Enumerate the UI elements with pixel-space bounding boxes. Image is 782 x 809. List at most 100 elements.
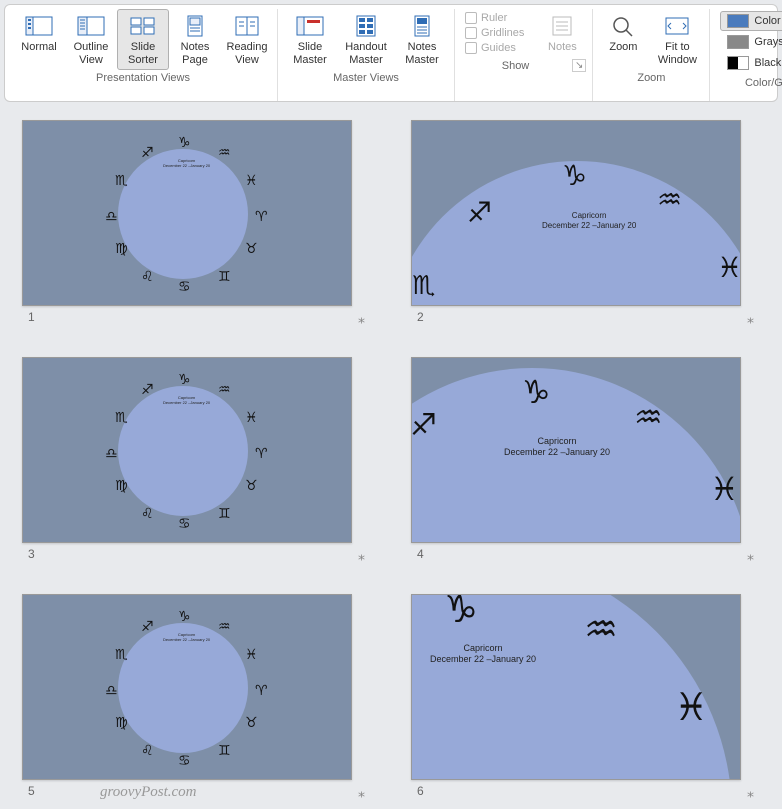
notes-master-button[interactable]: Notes Master	[394, 9, 450, 70]
slide-number: 3	[28, 547, 35, 564]
taurus-icon: ♉	[245, 478, 258, 494]
libra-icon: ♎	[105, 209, 118, 225]
slide-thumb-3[interactable]: ♑ ♒ ♓ ♈ ♉ ♊ ♋ ♌ ♍ ♎ ♏ ♐ CapricornDecembe…	[22, 357, 371, 564]
zodiac-title: CapricornDecember 22 –January 20	[504, 436, 610, 458]
sagittarius-icon: ♐	[141, 619, 154, 635]
handout-master-button[interactable]: Handout Master	[338, 9, 394, 70]
slide-thumb-2[interactable]: ♑ ♒ ♓ ♐ ♏ CapricornDecember 22 –January …	[411, 120, 760, 327]
group-zoom: Zoom Fit to Window Zoom	[593, 9, 710, 101]
show-label: Show	[459, 58, 572, 76]
outline-icon	[76, 13, 106, 39]
slide-master-icon	[295, 13, 325, 39]
zoom-icon	[608, 13, 638, 39]
presentation-views-label: Presentation Views	[96, 70, 190, 88]
notes-page-icon	[180, 13, 210, 39]
pisces-icon: ♓	[717, 251, 741, 284]
slide-canvas: ♑ ♒ ♓ ♈ ♉ ♊ ♋ ♌ ♍ ♎ ♏ ♐ CapricornDecembe…	[22, 120, 352, 306]
handout-master-icon	[351, 13, 381, 39]
notes-icon	[547, 13, 577, 39]
sagittarius-icon: ♐	[141, 382, 154, 398]
notes-button[interactable]: Notes	[536, 9, 588, 58]
ribbon: Normal Outline View Slide Sorter Notes P…	[4, 4, 778, 102]
leo-icon: ♌	[141, 269, 154, 285]
ruler-checkbox[interactable]: Ruler	[465, 11, 507, 25]
color-swatch-icon	[727, 14, 749, 28]
star-icon: ⁎	[747, 310, 754, 327]
cancer-icon: ♋	[178, 516, 191, 532]
color-button[interactable]: Color	[720, 11, 782, 31]
zoom-group-label: Zoom	[637, 70, 665, 88]
gridlines-checkbox[interactable]: Gridlines	[465, 26, 524, 40]
bw-button[interactable]: Black and White	[720, 53, 782, 73]
bw-swatch-icon	[727, 56, 749, 70]
leo-icon: ♌	[141, 743, 154, 759]
group-color-grayscale: Color Grayscale Black and White Color/Gr…	[710, 9, 782, 101]
pisces-icon: ♓	[245, 173, 258, 189]
slide-thumb-5[interactable]: ♑ ♒ ♓ ♈ ♉ ♊ ♋ ♌ ♍ ♎ ♏ ♐ CapricornDecembe…	[22, 594, 371, 801]
aries-icon: ♈	[255, 683, 268, 699]
normal-label: Normal	[21, 41, 56, 54]
capricorn-icon: ♑	[178, 372, 191, 388]
bw-label: Black and White	[754, 57, 782, 69]
grayscale-swatch-icon	[727, 35, 749, 49]
reading-view-label: Reading View	[227, 41, 268, 66]
slide-thumb-1[interactable]: ♑ ♒ ♓ ♈ ♉ ♊ ♋ ♌ ♍ ♎ ♏ ♐ CapricornDecembe…	[22, 120, 371, 327]
zoom-button[interactable]: Zoom	[597, 9, 649, 58]
grayscale-button[interactable]: Grayscale	[720, 32, 782, 52]
sagittarius-icon: ♐	[141, 145, 154, 161]
notes-page-label: Notes Page	[181, 41, 210, 66]
aquarius-icon: ♒	[634, 398, 663, 436]
star-icon: ⁎	[747, 784, 754, 801]
slide-canvas: ♑ ♒ ♓ CapricornDecember 22 –January 20	[411, 594, 741, 780]
outline-view-button[interactable]: Outline View	[65, 9, 117, 70]
star-icon: ⁎	[747, 547, 754, 564]
pisces-icon: ♓	[674, 685, 708, 729]
pisces-icon: ♓	[710, 470, 739, 508]
gemini-icon: ♊	[218, 506, 231, 522]
group-show: Ruler Gridlines Guides Notes Show ↘	[455, 9, 593, 101]
capricorn-icon: ♑	[562, 159, 587, 192]
zoom-label: Zoom	[609, 41, 637, 54]
aquarius-icon: ♒	[584, 607, 618, 651]
capricorn-icon: ♑	[522, 373, 551, 411]
slide-thumb-4[interactable]: ♑ ♒ ♓ ♐ CapricornDecember 22 –January 20…	[411, 357, 760, 564]
cancer-icon: ♋	[178, 279, 191, 295]
reading-view-button[interactable]: Reading View	[221, 9, 273, 70]
slide-sorter-icon	[128, 13, 158, 39]
grayscale-label: Grayscale	[754, 36, 782, 48]
slide-grid: ♑ ♒ ♓ ♈ ♉ ♊ ♋ ♌ ♍ ♎ ♏ ♐ CapricornDecembe…	[22, 120, 760, 801]
notes-page-button[interactable]: Notes Page	[169, 9, 221, 70]
slide-canvas: ♑ ♒ ♓ ♈ ♉ ♊ ♋ ♌ ♍ ♎ ♏ ♐ CapricornDecembe…	[22, 594, 352, 780]
notes-label: Notes	[548, 41, 577, 54]
zodiac-title: CapricornDecember 22 –January 20	[542, 211, 636, 230]
virgo-icon: ♍	[115, 715, 128, 731]
virgo-icon: ♍	[115, 478, 128, 494]
show-dialog-launcher[interactable]: ↘	[572, 59, 586, 72]
scorpio-icon: ♏	[412, 271, 435, 301]
zodiac-title: CapricornDecember 22 –January 20	[163, 159, 210, 169]
slide-canvas: ♑ ♒ ♓ ♈ ♉ ♊ ♋ ♌ ♍ ♎ ♏ ♐ CapricornDecembe…	[22, 357, 352, 543]
aquarius-icon: ♒	[657, 183, 682, 216]
slide-sorter-label: Slide Sorter	[128, 41, 158, 66]
fit-to-window-button[interactable]: Fit to Window	[649, 9, 705, 70]
handout-master-label: Handout Master	[345, 41, 387, 66]
normal-button[interactable]: Normal	[13, 9, 65, 58]
normal-icon	[24, 13, 54, 39]
star-icon: ⁎	[358, 784, 365, 801]
slide-thumb-6[interactable]: ♑ ♒ ♓ CapricornDecember 22 –January 20 6…	[411, 594, 760, 801]
libra-icon: ♎	[105, 446, 118, 462]
color-label: Color	[754, 15, 780, 27]
slide-sorter-pane[interactable]: ♑ ♒ ♓ ♈ ♉ ♊ ♋ ♌ ♍ ♎ ♏ ♐ CapricornDecembe…	[0, 106, 782, 803]
slide-sorter-button[interactable]: Slide Sorter	[117, 9, 169, 70]
virgo-icon: ♍	[115, 241, 128, 257]
guides-checkbox[interactable]: Guides	[465, 41, 516, 55]
checkbox-icon	[465, 12, 477, 24]
checkbox-icon	[465, 27, 477, 39]
slide-canvas: ♑ ♒ ♓ ♐ ♏ CapricornDecember 22 –January …	[411, 120, 741, 306]
star-icon: ⁎	[358, 547, 365, 564]
group-master-views: Slide Master Handout Master Notes Master…	[278, 9, 455, 101]
master-views-label: Master Views	[333, 70, 399, 88]
capricorn-icon: ♑	[444, 594, 478, 631]
slide-master-button[interactable]: Slide Master	[282, 9, 338, 70]
star-icon: ⁎	[358, 310, 365, 327]
